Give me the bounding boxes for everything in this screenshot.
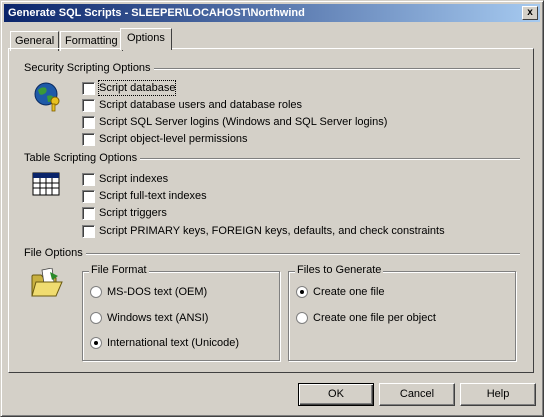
checkbox[interactable] bbox=[82, 99, 95, 112]
file-format-title: File Format bbox=[89, 264, 149, 276]
option-label: International text (Unicode) bbox=[107, 337, 240, 349]
file-separator bbox=[82, 253, 520, 255]
option-label: Script PRIMARY keys, FOREIGN keys, defau… bbox=[99, 225, 445, 237]
table-grid-icon bbox=[32, 172, 60, 196]
option-label: Script triggers bbox=[99, 207, 167, 219]
option-label: Windows text (ANSI) bbox=[107, 312, 209, 324]
radio-button[interactable] bbox=[296, 312, 308, 324]
checkbox[interactable] bbox=[82, 82, 95, 95]
option-label: Script database bbox=[97, 80, 177, 96]
option-label: Script database users and database roles bbox=[99, 99, 303, 111]
security-section-title: Security Scripting Options bbox=[24, 62, 154, 74]
radio-selected-dot bbox=[300, 290, 304, 294]
radio-button[interactable] bbox=[90, 312, 102, 324]
radio-selected-dot bbox=[94, 341, 98, 345]
globe-key-icon bbox=[34, 82, 60, 112]
title-bar[interactable]: Generate SQL Scripts - SLEEPER\LOCAHOST\… bbox=[4, 4, 540, 22]
ok-button[interactable]: OK bbox=[298, 383, 374, 406]
option-label: MS-DOS text (OEM) bbox=[107, 286, 208, 298]
checkbox[interactable] bbox=[82, 207, 95, 220]
option-label: Script full-text indexes bbox=[99, 190, 207, 202]
option-label: Create one file bbox=[313, 286, 385, 298]
table-section-title: Table Scripting Options bbox=[24, 152, 141, 164]
tab-options[interactable]: Options bbox=[120, 28, 172, 50]
checkbox[interactable] bbox=[82, 116, 95, 129]
security-separator bbox=[125, 68, 520, 70]
close-button[interactable]: x bbox=[522, 6, 538, 20]
cancel-button[interactable]: Cancel bbox=[379, 383, 455, 406]
radio-button[interactable] bbox=[90, 337, 102, 349]
option-label: Script SQL Server logins (Windows and SQ… bbox=[99, 116, 388, 128]
file-section-title: File Options bbox=[24, 247, 86, 259]
help-button[interactable]: Help bbox=[460, 383, 536, 406]
table-separator bbox=[136, 158, 520, 160]
open-folder-icon bbox=[31, 268, 63, 297]
option-label: Create one file per object bbox=[313, 312, 436, 324]
checkbox[interactable] bbox=[82, 173, 95, 186]
checkbox[interactable] bbox=[82, 190, 95, 203]
checkbox[interactable] bbox=[82, 225, 95, 238]
radio-button[interactable] bbox=[90, 286, 102, 298]
window-title: Generate SQL Scripts - SLEEPER\LOCAHOST\… bbox=[8, 7, 305, 19]
option-label: Script object-level permissions bbox=[99, 133, 248, 145]
radio-button[interactable] bbox=[296, 286, 308, 298]
checkbox[interactable] bbox=[82, 133, 95, 146]
option-label: Script indexes bbox=[99, 173, 169, 185]
files-to-generate-title: Files to Generate bbox=[295, 264, 384, 276]
